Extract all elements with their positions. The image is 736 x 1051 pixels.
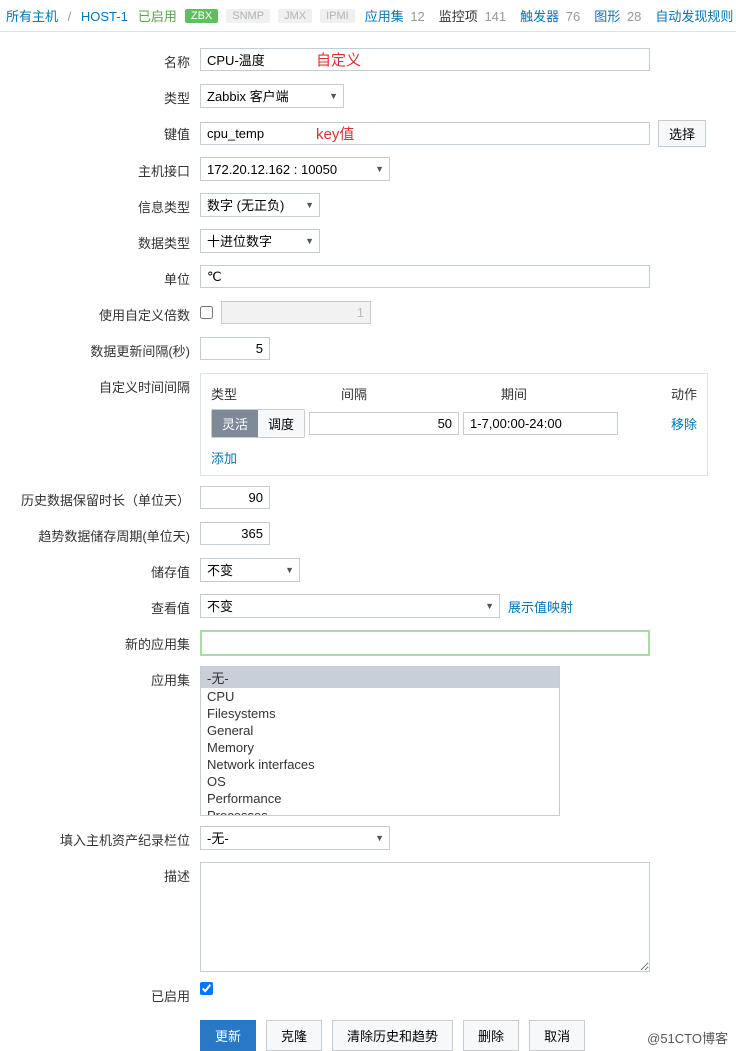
interface-select[interactable]: 172.20.12.162 : 10050 — [200, 157, 390, 181]
watermark: @51CTO博客 — [647, 1028, 728, 1047]
badge-ipmi: IPMI — [320, 9, 355, 23]
select-key-button[interactable]: 选择 — [658, 120, 706, 147]
application-option[interactable]: Network interfaces — [201, 756, 559, 773]
interval-type-segment: 灵活 调度 — [211, 409, 305, 438]
application-option[interactable]: OS — [201, 773, 559, 790]
badge-zbx: ZBX — [185, 9, 218, 23]
key-input[interactable] — [200, 122, 650, 145]
item-form: 名称 自定义 类型 Zabbix 客户端 键值 key值 选择 主机接口 172… — [0, 32, 736, 1051]
tab-graphs[interactable]: 图形 28 — [594, 6, 641, 25]
interval-header-gap: 间隔 — [341, 384, 501, 403]
label-custom-mult: 使用自定义倍数 — [0, 301, 200, 324]
interval-header-type: 类型 — [211, 384, 341, 403]
inventory-select[interactable]: -无- — [200, 826, 390, 850]
type-select[interactable]: Zabbix 客户端 — [200, 84, 344, 108]
label-type: 类型 — [0, 84, 200, 107]
trends-input[interactable] — [200, 522, 270, 545]
clone-button[interactable]: 克隆 — [266, 1020, 322, 1051]
tab-triggers[interactable]: 触发器 76 — [520, 6, 580, 25]
interval-header-action: 动作 — [671, 384, 697, 403]
application-option[interactable]: -无- — [201, 667, 559, 688]
refresh-input[interactable] — [200, 337, 270, 360]
label-view: 查看值 — [0, 594, 200, 617]
label-app: 应用集 — [0, 666, 200, 689]
label-refresh: 数据更新间隔(秒) — [0, 337, 200, 360]
update-button[interactable]: 更新 — [200, 1020, 256, 1051]
tab-applications[interactable]: 应用集 12 — [365, 6, 425, 25]
info-type-select[interactable]: 数字 (无正负) — [200, 193, 320, 217]
unit-input[interactable] — [200, 265, 650, 288]
label-key: 键值 — [0, 120, 200, 143]
top-bar: 所有主机 / HOST-1 已启用 ZBX SNMP JMX IPMI 应用集 … — [0, 0, 736, 32]
interval-header-period: 期间 — [501, 384, 671, 403]
label-data-type: 数据类型 — [0, 229, 200, 252]
seg-flexible[interactable]: 灵活 — [212, 410, 258, 437]
label-name: 名称 — [0, 48, 200, 71]
label-unit: 单位 — [0, 265, 200, 288]
label-history: 历史数据保留时长（单位天） — [0, 486, 200, 509]
annotation-custom: 自定义 — [316, 49, 361, 70]
breadcrumb: 所有主机 / HOST-1 — [6, 6, 128, 25]
annotation-keyval: key值 — [316, 123, 354, 144]
view-select[interactable]: 不变 — [200, 594, 500, 618]
application-option[interactable]: Memory — [201, 739, 559, 756]
breadcrumb-root[interactable]: 所有主机 — [6, 9, 58, 24]
label-inventory: 填入主机资产纪录栏位 — [0, 826, 200, 849]
label-store: 储存值 — [0, 558, 200, 581]
data-type-select[interactable]: 十进位数字 — [200, 229, 320, 253]
interval-remove-link[interactable]: 移除 — [671, 414, 697, 433]
custom-mult-checkbox[interactable] — [200, 306, 213, 319]
application-option[interactable]: Performance — [201, 790, 559, 807]
new-app-input[interactable] — [200, 630, 650, 656]
show-value-map-link[interactable]: 展示值映射 — [508, 597, 573, 616]
application-option[interactable]: CPU — [201, 688, 559, 705]
tab-discovery[interactable]: 自动发现规则 3 — [655, 6, 736, 25]
history-input[interactable] — [200, 486, 270, 509]
breadcrumb-host[interactable]: HOST-1 — [81, 9, 128, 24]
interval-box: 类型 间隔 期间 动作 灵活 调度 移除 添加 — [200, 373, 708, 476]
custom-mult-input — [221, 301, 371, 324]
store-select[interactable]: 不变 — [200, 558, 300, 582]
interval-gap-input[interactable] — [309, 412, 459, 435]
clear-history-button[interactable]: 清除历史和趋势 — [332, 1020, 453, 1051]
label-description: 描述 — [0, 862, 200, 885]
enabled-checkbox[interactable] — [200, 982, 213, 995]
label-custom-interval: 自定义时间间隔 — [0, 373, 200, 396]
description-textarea[interactable] — [200, 862, 650, 972]
label-new-app: 新的应用集 — [0, 630, 200, 653]
label-enabled: 已启用 — [0, 982, 200, 1005]
badge-jmx: JMX — [278, 9, 312, 23]
status-enabled: 已启用 — [138, 6, 177, 25]
label-trends: 趋势数据储存周期(单位天) — [0, 522, 200, 545]
seg-scheduled[interactable]: 调度 — [258, 410, 304, 437]
application-option[interactable]: General — [201, 722, 559, 739]
badge-snmp: SNMP — [226, 9, 270, 23]
application-option[interactable]: Filesystems — [201, 705, 559, 722]
name-input[interactable] — [200, 48, 650, 71]
cancel-button[interactable]: 取消 — [529, 1020, 585, 1051]
label-interface: 主机接口 — [0, 157, 200, 180]
interval-period-input[interactable] — [463, 412, 618, 435]
tab-links: 应用集 12 监控项 141 触发器 76 图形 28 自动发现规则 3 We — [365, 6, 736, 25]
application-option[interactable]: Processes — [201, 807, 559, 816]
delete-button[interactable]: 删除 — [463, 1020, 519, 1051]
tab-items[interactable]: 监控项 141 — [439, 6, 506, 25]
label-info-type: 信息类型 — [0, 193, 200, 216]
applications-listbox[interactable]: -无-CPUFilesystemsGeneralMemoryNetwork in… — [200, 666, 560, 816]
interval-add-link[interactable]: 添加 — [211, 451, 237, 466]
